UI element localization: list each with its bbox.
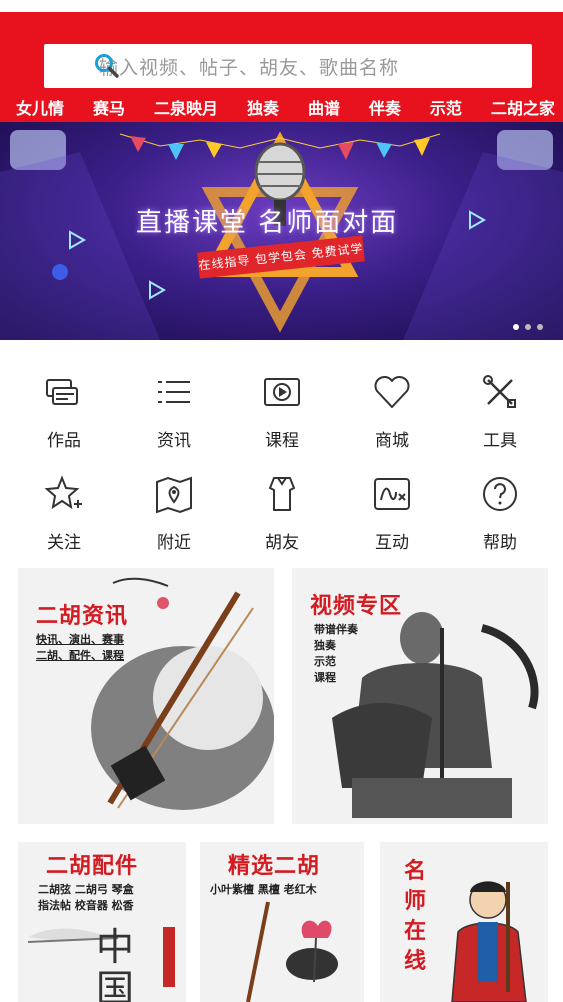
interact-icon [374, 478, 410, 510]
menu-label: 课程 [265, 431, 299, 451]
card-title: 视频专区 [310, 593, 403, 619]
menu-label: 互动 [375, 533, 409, 553]
friends-icon [269, 477, 295, 511]
menu-label: 关注 [47, 533, 81, 553]
card-title: 二胡资讯 [36, 603, 129, 629]
nav-item[interactable]: 赛马 [93, 96, 125, 122]
card-video-zone[interactable]: 视频专区 带谱伴奏 独奏 示范 课程 [292, 568, 548, 824]
banner-title: 直播课堂 名师面对面 [136, 208, 399, 238]
carousel-dots[interactable] [513, 324, 543, 330]
search-placeholder: 输入视频、帖子、胡友、歌曲名称 [99, 56, 400, 79]
menu-label: 资讯 [157, 431, 191, 451]
promo-banner[interactable]: 直播课堂 名师面对面 在线指导 包学包会 免费试学 [0, 122, 563, 340]
star-icon [44, 475, 82, 510]
card-subtitle: 小叶紫檀 黑檀 老红木 [210, 883, 317, 896]
menu-label: 工具 [483, 431, 517, 451]
menu-item-shop[interactable]: 商城 [336, 372, 448, 451]
menu-item-tools[interactable]: 工具 [444, 372, 556, 451]
card-title: 名师在线 [404, 858, 428, 974]
menu-label: 附近 [157, 533, 191, 553]
menu-item-course[interactable]: 课程 [226, 372, 338, 451]
search-input[interactable]: 输入视频、帖子、胡友、歌曲名称 [44, 44, 532, 88]
nav-item[interactable]: 示范 [430, 96, 462, 122]
quick-nav: 女儿情 赛马 二泉映月 独奏 曲谱 伴奏 示范 二胡之家 [0, 96, 563, 122]
card-title: 二胡配件 [46, 853, 139, 879]
card-selected-erhu[interactable]: 精选二胡 小叶紫檀 黑檀 老红木 [200, 842, 364, 1002]
search-icon[interactable] [94, 53, 120, 79]
card-subtitle: 带谱伴奏 [314, 623, 358, 636]
card-subtitle: 课程 [314, 671, 336, 684]
card-title: 精选二胡 [228, 853, 321, 879]
carousel-dot[interactable] [513, 324, 519, 330]
video-course-icon [264, 378, 300, 406]
menu-item-follow[interactable]: 关注 [8, 474, 120, 553]
nav-item[interactable]: 二泉映月 [154, 96, 218, 122]
menu-item-news[interactable]: 资讯 [118, 372, 230, 451]
map-pin-icon [156, 476, 192, 514]
carousel-dot[interactable] [525, 324, 531, 330]
menu-label: 胡友 [265, 533, 299, 553]
card-teacher-online[interactable]: 名师在线 [380, 842, 548, 1002]
card-subtitle: 示范 [314, 655, 336, 668]
header: 输入视频、帖子、胡友、歌曲名称 女儿情 赛马 二泉映月 独奏 曲谱 伴奏 示范 … [0, 12, 563, 122]
nav-item[interactable]: 独奏 [247, 96, 279, 122]
menu-label: 作品 [47, 431, 81, 451]
nav-item[interactable]: 女儿情 [16, 96, 64, 122]
tools-icon [483, 375, 516, 408]
card-erhu-accessories[interactable]: 二胡配件 二胡弦 二胡弓 琴盒 指法帖 校音器 松香 中国 [18, 842, 186, 1002]
heart-icon [374, 376, 410, 408]
card-subtitle: 快讯、演出、赛事 [36, 633, 124, 646]
card-subtitle: 独奏 [314, 639, 336, 652]
card-subtitle: 二胡弦 二胡弓 琴盒 [38, 883, 134, 896]
carousel-dot[interactable] [537, 324, 543, 330]
menu-item-works[interactable]: 作品 [8, 372, 120, 451]
card-subtitle: 指法帖 校音器 松香 [38, 899, 134, 912]
help-icon [483, 477, 517, 511]
menu-item-friends[interactable]: 胡友 [226, 474, 338, 553]
nav-item[interactable]: 伴奏 [369, 96, 401, 122]
menu-item-help[interactable]: 帮助 [444, 474, 556, 553]
works-icon [46, 379, 78, 405]
menu-label: 商城 [375, 431, 409, 451]
menu-label: 帮助 [483, 533, 517, 553]
menu-item-nearby[interactable]: 附近 [118, 474, 230, 553]
news-icon [158, 381, 190, 403]
card-erhu-news[interactable]: 二胡资讯 快讯、演出、赛事 二胡、配件、课程 [18, 568, 274, 824]
menu-item-interact[interactable]: 互动 [336, 474, 448, 553]
status-bar [0, 0, 563, 12]
card-subtitle: 二胡、配件、课程 [36, 649, 124, 662]
card-big-text: 中国 [96, 925, 135, 1002]
nav-item[interactable]: 曲谱 [308, 96, 340, 122]
nav-item[interactable]: 二胡之家 [491, 96, 555, 122]
